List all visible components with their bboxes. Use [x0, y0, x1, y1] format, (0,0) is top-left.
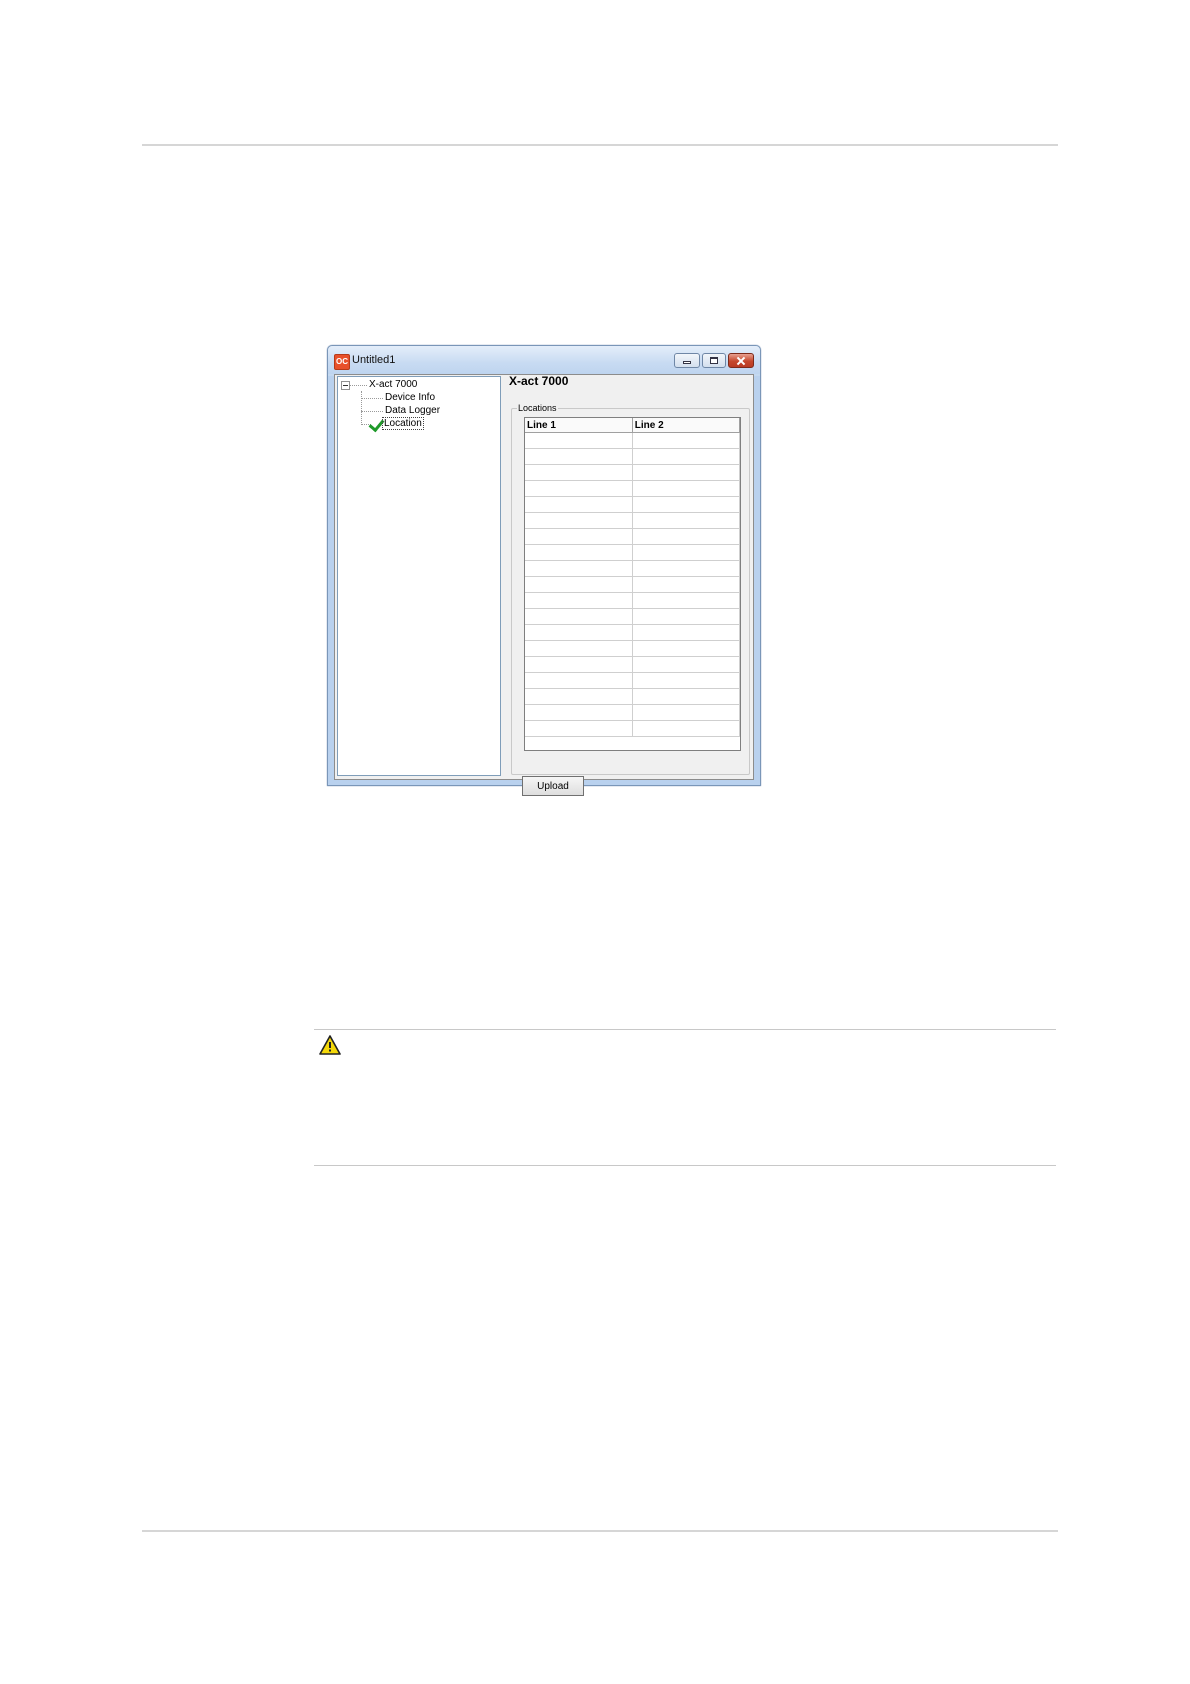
table-cell[interactable] [525, 528, 633, 545]
locations-group-label: Locations [517, 403, 558, 413]
collapse-icon[interactable] [341, 381, 350, 390]
table-cell[interactable] [632, 432, 741, 449]
locations-grid[interactable]: Line 1 Line 2 [524, 417, 741, 751]
table-cell[interactable] [632, 688, 741, 705]
device-tree[interactable]: X-act 7000 Device Info Data Logger Locat… [337, 376, 501, 776]
table-cell[interactable] [525, 464, 633, 481]
table-row[interactable] [525, 672, 741, 689]
tree-item-device-info[interactable]: Device Info [385, 392, 435, 403]
table-row[interactable] [525, 496, 741, 513]
column-header-line-1[interactable]: Line 1 [525, 418, 633, 433]
table-cell[interactable] [632, 624, 741, 641]
tree-item-root[interactable]: X-act 7000 [369, 379, 417, 390]
table-cell[interactable] [632, 576, 741, 593]
table-row[interactable] [525, 656, 741, 673]
table-row[interactable] [525, 480, 741, 497]
table-row[interactable] [525, 592, 741, 609]
table-cell[interactable] [525, 560, 633, 577]
table-row[interactable] [525, 528, 741, 545]
table-cell[interactable] [525, 720, 633, 737]
warning-bottom-rule [314, 1165, 1056, 1166]
maximize-button[interactable] [702, 353, 726, 368]
table-cell[interactable] [632, 608, 741, 625]
table-cell[interactable] [525, 688, 633, 705]
tree-connector [350, 385, 367, 386]
table-cell[interactable] [632, 592, 741, 609]
table-row[interactable] [525, 464, 741, 481]
table-cell[interactable] [632, 512, 741, 529]
close-button[interactable] [728, 353, 754, 368]
minimize-button[interactable] [674, 353, 700, 368]
app-window: OC Untitled1 X-act 7000 Device Info Data… [327, 345, 761, 796]
app-icon: OC [334, 354, 350, 370]
table-cell[interactable] [525, 656, 633, 673]
table-cell[interactable] [632, 560, 741, 577]
tree-connector [361, 398, 383, 399]
table-cell[interactable] [632, 704, 741, 721]
table-row[interactable] [525, 704, 741, 721]
tree-item-location[interactable]: Location [382, 417, 424, 430]
table-row[interactable] [525, 624, 741, 641]
table-cell[interactable] [632, 640, 741, 657]
table-row[interactable] [525, 544, 741, 561]
table-cell[interactable] [632, 672, 741, 689]
table-body [525, 432, 741, 737]
table-row[interactable] [525, 560, 741, 577]
table-cell[interactable] [525, 672, 633, 689]
table-cell[interactable] [632, 528, 741, 545]
table-cell[interactable] [632, 544, 741, 561]
table-row[interactable] [525, 432, 741, 449]
table-cell[interactable] [632, 480, 741, 497]
table-row[interactable] [525, 512, 741, 529]
table-row[interactable] [525, 608, 741, 625]
table-row[interactable] [525, 688, 741, 705]
table-row[interactable] [525, 720, 741, 737]
table-header-row: Line 1 Line 2 [525, 418, 741, 433]
table-cell[interactable] [525, 624, 633, 641]
table-row[interactable] [525, 576, 741, 593]
warning-icon [319, 1035, 341, 1055]
table-cell[interactable] [525, 640, 633, 657]
bottom-rule [142, 1530, 1058, 1532]
table-cell[interactable] [525, 448, 633, 465]
table-cell[interactable] [525, 576, 633, 593]
table-cell[interactable] [632, 448, 741, 465]
client-area: X-act 7000 Device Info Data Logger Locat… [334, 374, 754, 796]
table-cell[interactable] [525, 704, 633, 721]
title-bar[interactable]: OC Untitled1 [328, 346, 760, 374]
table-cell[interactable] [525, 544, 633, 561]
table-row[interactable] [525, 448, 741, 465]
tree-connector [361, 391, 362, 423]
table-cell[interactable] [525, 608, 633, 625]
table-cell[interactable] [632, 656, 741, 673]
table-cell[interactable] [525, 432, 633, 449]
table-row[interactable] [525, 640, 741, 657]
table-cell[interactable] [525, 592, 633, 609]
column-header-line-2[interactable]: Line 2 [632, 418, 741, 433]
warning-top-rule [314, 1029, 1056, 1030]
device-title: X-act 7000 [509, 374, 569, 388]
table-cell[interactable] [525, 496, 633, 513]
locations-group: Locations Line 1 Line 2 [511, 403, 750, 775]
top-rule [142, 144, 1058, 146]
tree-connector [361, 411, 383, 412]
table-cell[interactable] [632, 720, 741, 737]
table-cell[interactable] [525, 512, 633, 529]
upload-button[interactable]: Upload [522, 776, 584, 796]
window-title: Untitled1 [352, 354, 396, 366]
table-cell[interactable] [632, 496, 741, 513]
tree-item-data-logger[interactable]: Data Logger [385, 405, 440, 416]
table-cell[interactable] [632, 464, 741, 481]
table-cell[interactable] [525, 480, 633, 497]
locations-table: Line 1 Line 2 [525, 418, 741, 737]
